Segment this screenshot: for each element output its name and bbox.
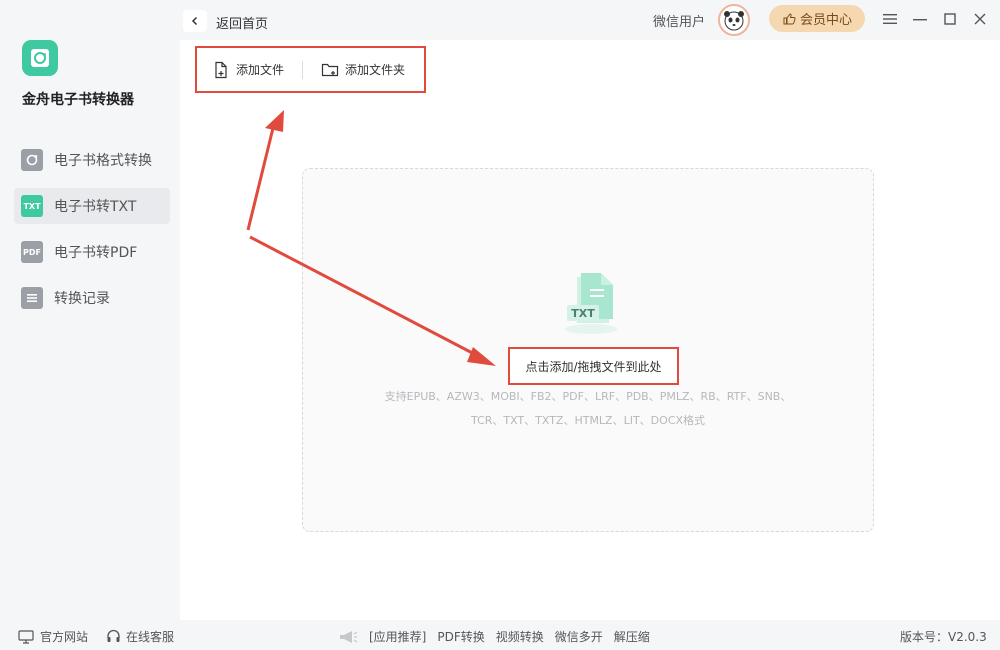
add-folder-button[interactable]: 添加文件夹 bbox=[321, 61, 405, 79]
panda-avatar-icon bbox=[724, 11, 744, 31]
file-add-icon bbox=[215, 61, 227, 78]
sidebar-item-label: 电子书转PDF bbox=[54, 245, 138, 261]
file-drop-zone[interactable]: TXT 点击添加/拖拽文件到此处 支持EPUB、AZW3、MOBI、FB2、PD… bbox=[302, 168, 874, 532]
chevron-left-icon bbox=[191, 16, 198, 26]
vip-center-button[interactable]: 会员中心 bbox=[769, 5, 865, 32]
top-bar: 返回首页 微信用户 会员中心 bbox=[180, 0, 1000, 40]
toolbar-divider bbox=[302, 60, 304, 79]
drop-hint-label: 点击添加/拖拽文件到此处 bbox=[525, 359, 662, 374]
minimize-button[interactable] bbox=[910, 9, 930, 29]
footer-link-pdf[interactable]: PDF转换 bbox=[437, 628, 484, 645]
toolbar-highlight: 添加文件 添加文件夹 bbox=[195, 46, 426, 93]
headset-icon bbox=[107, 629, 120, 642]
maximize-icon bbox=[944, 13, 956, 25]
back-home-link[interactable]: 返回首页 bbox=[216, 13, 268, 32]
close-icon bbox=[974, 13, 986, 25]
menu-button[interactable] bbox=[880, 9, 900, 29]
sidebar-item-to-txt[interactable]: TXT 电子书转TXT bbox=[14, 188, 170, 224]
add-file-button[interactable]: 添加文件 bbox=[212, 61, 284, 79]
version-label: 版本号：V2.0.3 bbox=[900, 630, 987, 644]
add-folder-label: 添加文件夹 bbox=[345, 63, 406, 77]
hamburger-menu-icon bbox=[883, 14, 897, 24]
sidebar-item-to-pdf[interactable]: PDF 电子书转PDF bbox=[14, 234, 170, 270]
folder-add-icon bbox=[321, 63, 339, 76]
supported-formats-line-2: TCR、TXT、TXTZ、HTMLZ、LIT、DOCX格式 bbox=[470, 414, 706, 427]
history-list-icon bbox=[21, 287, 43, 309]
sidebar: 金舟电子书转换器 电子书格式转换 TXT 电子书转TXT PDF 电子书转PDF… bbox=[0, 0, 180, 620]
sidebar-item-format-convert[interactable]: 电子书格式转换 bbox=[14, 142, 170, 178]
sidebar-item-label: 电子书格式转换 bbox=[54, 153, 152, 169]
maximize-button[interactable] bbox=[940, 9, 960, 29]
footer-link-wechat[interactable]: 微信多开 bbox=[555, 628, 603, 645]
footer-link-recommend[interactable]: [应用推荐] bbox=[369, 628, 426, 645]
app-logo-icon bbox=[22, 40, 58, 76]
refresh-book-icon bbox=[21, 149, 43, 171]
avatar[interactable] bbox=[718, 4, 750, 36]
website-link[interactable]: 官方网站 bbox=[18, 628, 88, 645]
txt-file-icon: TXT bbox=[21, 195, 43, 217]
username[interactable]: 微信用户 bbox=[653, 11, 705, 30]
add-file-label: 添加文件 bbox=[236, 63, 285, 77]
main-panel: 添加文件 添加文件夹 TXT 点击添加/拖拽文件到此处 支持EPUB、AZW3、… bbox=[180, 40, 1000, 620]
pdf-file-icon: PDF bbox=[21, 241, 43, 263]
minimize-icon bbox=[913, 19, 927, 21]
sidebar-item-label: 电子书转TXT bbox=[54, 199, 137, 215]
monitor-icon bbox=[18, 629, 34, 644]
sidebar-nav: 电子书格式转换 TXT 电子书转TXT PDF 电子书转PDF 转换记录 bbox=[14, 142, 170, 326]
txt-document-icon: TXT bbox=[565, 273, 617, 334]
close-button[interactable] bbox=[970, 9, 990, 29]
sidebar-item-history[interactable]: 转换记录 bbox=[14, 280, 170, 316]
illustration-label: TXT bbox=[571, 307, 595, 320]
footer-link-unzip[interactable]: 解压缩 bbox=[614, 628, 650, 645]
support-link[interactable]: 在线客服 bbox=[106, 628, 174, 645]
app-name: 金舟电子书转换器 bbox=[22, 92, 134, 108]
recommend-bar: [应用推荐] PDF转换 视频转换 微信多开 解压缩 bbox=[338, 628, 661, 645]
support-label: 在线客服 bbox=[126, 630, 175, 644]
thumbs-up-icon bbox=[783, 12, 796, 24]
footer-bar: 官方网站 在线客服 [应用推荐] PDF转换 视频转换 微信多开 解压缩 版本号… bbox=[0, 620, 1000, 650]
megaphone-icon bbox=[340, 630, 358, 643]
vip-label: 会员中心 bbox=[799, 13, 852, 28]
drop-hint[interactable]: 点击添加/拖拽文件到此处 bbox=[508, 347, 679, 385]
footer-link-video[interactable]: 视频转换 bbox=[496, 628, 544, 645]
sidebar-item-label: 转换记录 bbox=[54, 291, 110, 307]
back-button[interactable] bbox=[183, 10, 207, 32]
website-label: 官方网站 bbox=[40, 630, 89, 644]
supported-formats-line-1: 支持EPUB、AZW3、MOBI、FB2、PDF、LRF、PDB、PMLZ、RB… bbox=[384, 390, 792, 403]
